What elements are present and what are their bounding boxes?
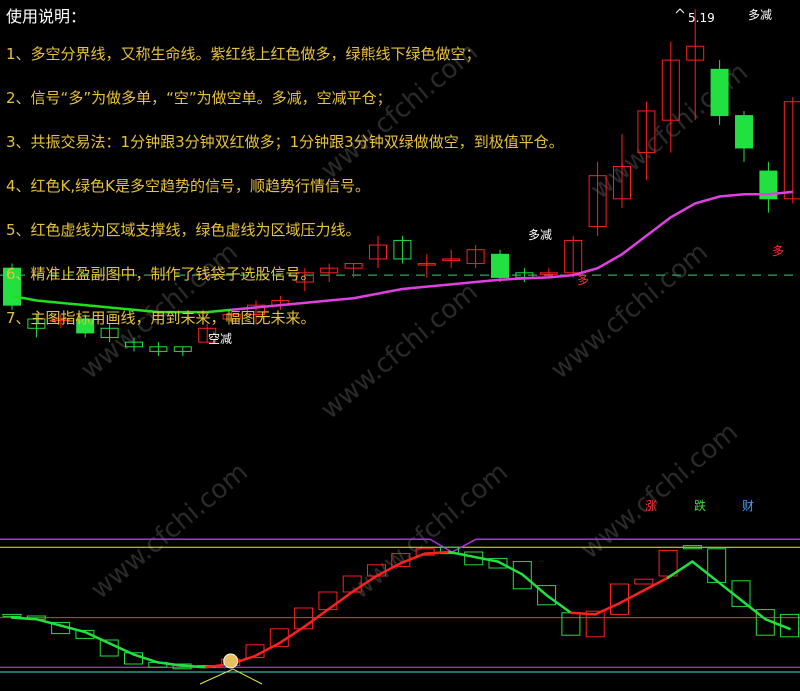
sub-smooth-seg-22 <box>545 593 573 615</box>
legend-die: 跌 <box>694 499 707 513</box>
sub-smooth-seg-25 <box>618 589 646 605</box>
sub-bottom-peak <box>199 668 263 685</box>
sub-smooth-seg-27 <box>666 560 694 579</box>
watermark-5: www.cfchi.com <box>575 417 744 565</box>
sub-smooth-seg-29 <box>715 579 743 602</box>
sub-smooth-seg-17 <box>423 550 451 555</box>
legend-zhang: 涨 <box>645 499 658 513</box>
sub-smooth-seg-19 <box>472 555 500 563</box>
sub-smooth-seg-23 <box>569 611 597 616</box>
duo-signal-2-label: 多 <box>772 244 785 258</box>
sub-smooth-seg-0 <box>10 616 38 621</box>
watermark-4: www.cfchi.com <box>345 457 514 605</box>
instruction-line-2: 2、信号“多”为做多单，“空”为做空单。多减，空减平仓； <box>6 89 392 107</box>
high-price-label: 5.19 <box>688 11 715 25</box>
instructions-title: 使用说明： <box>6 7 87 26</box>
candle-body-29 <box>710 68 729 117</box>
sub-smooth-seg-6 <box>156 661 184 667</box>
sub-smooth-seg-7 <box>180 664 208 669</box>
sub-smooth-seg-2 <box>59 624 87 634</box>
sub-box-23 <box>561 612 581 636</box>
instruction-line-6: 6、精准止盈副图中，制作了钱袋子选股信号。 <box>6 265 316 283</box>
sub-smooth-seg-28 <box>691 560 718 583</box>
sub-smooth-seg-13 <box>326 590 354 611</box>
sub-smooth-seg-4 <box>107 641 135 656</box>
sub-smooth-seg-18 <box>448 550 475 559</box>
instruction-line-4: 4、红色K,绿色K是多空趋势的信号，顺趋势行情信号。 <box>6 177 370 195</box>
kong-jian-label: 空减 <box>208 332 233 346</box>
instructions-panel: 使用说明： 1、多空分界线，又称生命线。紫红线上红色做多，绿熊线下绿色做空； 2… <box>6 6 646 340</box>
instruction-line-3: 3、共振交易法：1分钟跟3分钟双红做多；1分钟跟3分钟双绿做做空，到极值平仓。 <box>6 133 564 151</box>
instruction-line-1: 1、多空分界线，又称生命线。紫红线上红色做多，绿熊线下绿色做空； <box>6 45 481 63</box>
duo-jian-top-label: 多减 <box>748 8 773 22</box>
sub-smooth-seg-12 <box>302 608 330 629</box>
sub-smooth-seg-21 <box>521 573 548 597</box>
legend-cai: 财 <box>742 499 755 513</box>
candle-body-30 <box>735 115 753 149</box>
sub-smooth-seg-5 <box>132 653 160 664</box>
sub-smooth-seg-3 <box>83 630 111 645</box>
duo-signal-1-label: 多 <box>577 273 590 287</box>
sub-smooth-seg-11 <box>278 625 305 645</box>
watermark-3: www.cfchi.com <box>85 457 254 605</box>
sub-box-13 <box>318 591 338 611</box>
sub-smooth-seg-24 <box>593 601 621 616</box>
candle-body-32 <box>783 101 800 200</box>
high-marker-icon <box>675 8 685 14</box>
duo-jian-mid-label: 多减 <box>528 228 553 242</box>
instruction-line-7: 7、主图指标用画线，用到未来，幅图无未来。 <box>6 309 316 327</box>
sub-box-0 <box>2 613 22 617</box>
money-bag-icon <box>223 653 239 669</box>
sub-box-26 <box>634 578 654 585</box>
sub-smooth-seg-31 <box>764 617 791 631</box>
